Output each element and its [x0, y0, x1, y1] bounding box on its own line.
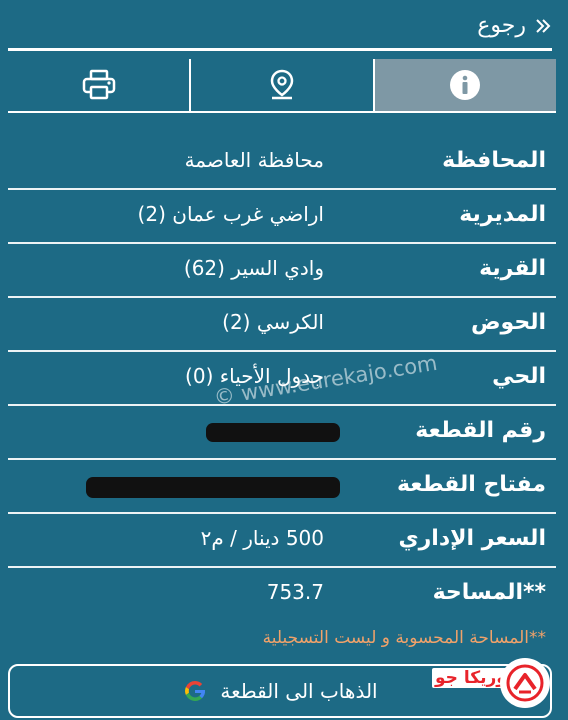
plot-key-label: مفتاح القطعة — [396, 472, 546, 497]
basin-label: الحوض — [470, 310, 546, 335]
tab-print[interactable] — [8, 59, 189, 111]
district-label: الحي — [492, 364, 546, 389]
plot-number-label: رقم القطعة — [415, 418, 546, 443]
governorate-value: محافظة العاصمة — [184, 148, 324, 172]
detail-row-plot-number: رقم القطعة — [8, 406, 556, 460]
detail-row-governorate: المحافظة محافظة العاصمة — [8, 136, 556, 190]
double-chevron-right-icon — [536, 18, 551, 33]
area-note: **المساحة المحسوبة و ليست التسجيلية — [262, 628, 546, 648]
admin-price-label: السعر الإداري — [398, 526, 546, 551]
admin-price-value: 500 دينار / م٢ — [200, 526, 324, 550]
area-label: **المساحة — [432, 580, 546, 605]
header-divider — [8, 48, 552, 51]
detail-row-area: **المساحة 753.7 — [8, 568, 556, 620]
info-icon — [450, 70, 481, 100]
detail-row-basin: الحوض الكرسي (2) — [8, 298, 556, 352]
redacted-plot-number — [206, 423, 340, 442]
directorate-label: المديرية — [459, 202, 546, 227]
detail-row-village: القرية وادي السير (62) — [8, 244, 556, 298]
village-value: وادي السير (62) — [183, 256, 324, 280]
eureka-logo-icon — [500, 658, 550, 708]
tabs-divider — [8, 111, 556, 113]
tab-bar — [8, 59, 556, 111]
redacted-plot-key — [86, 477, 340, 498]
go-to-plot-label: الذهاب الى القطعة — [220, 679, 378, 703]
tab-info[interactable] — [374, 59, 556, 111]
basin-value: الكرسي (2) — [222, 310, 324, 334]
google-g-icon — [185, 680, 206, 701]
printer-icon — [82, 69, 115, 100]
detail-row-admin-price: السعر الإداري 500 دينار / م٢ — [8, 514, 556, 568]
top-bar: رجوع — [0, 0, 568, 50]
back-button[interactable]: رجوع — [477, 13, 552, 38]
eureka-logo: يوريكا جو — [432, 656, 552, 716]
village-label: القرية — [479, 256, 546, 281]
governorate-label: المحافظة — [442, 148, 546, 173]
detail-row-directorate: المديرية اراضي غرب عمان (2) — [8, 190, 556, 244]
directorate-value: اراضي غرب عمان (2) — [137, 202, 324, 226]
area-value: 753.7 — [266, 580, 324, 604]
back-label: رجوع — [477, 13, 526, 38]
tab-location[interactable] — [191, 59, 372, 111]
map-pin-icon — [270, 69, 294, 100]
detail-row-plot-key: مفتاح القطعة — [8, 460, 556, 514]
